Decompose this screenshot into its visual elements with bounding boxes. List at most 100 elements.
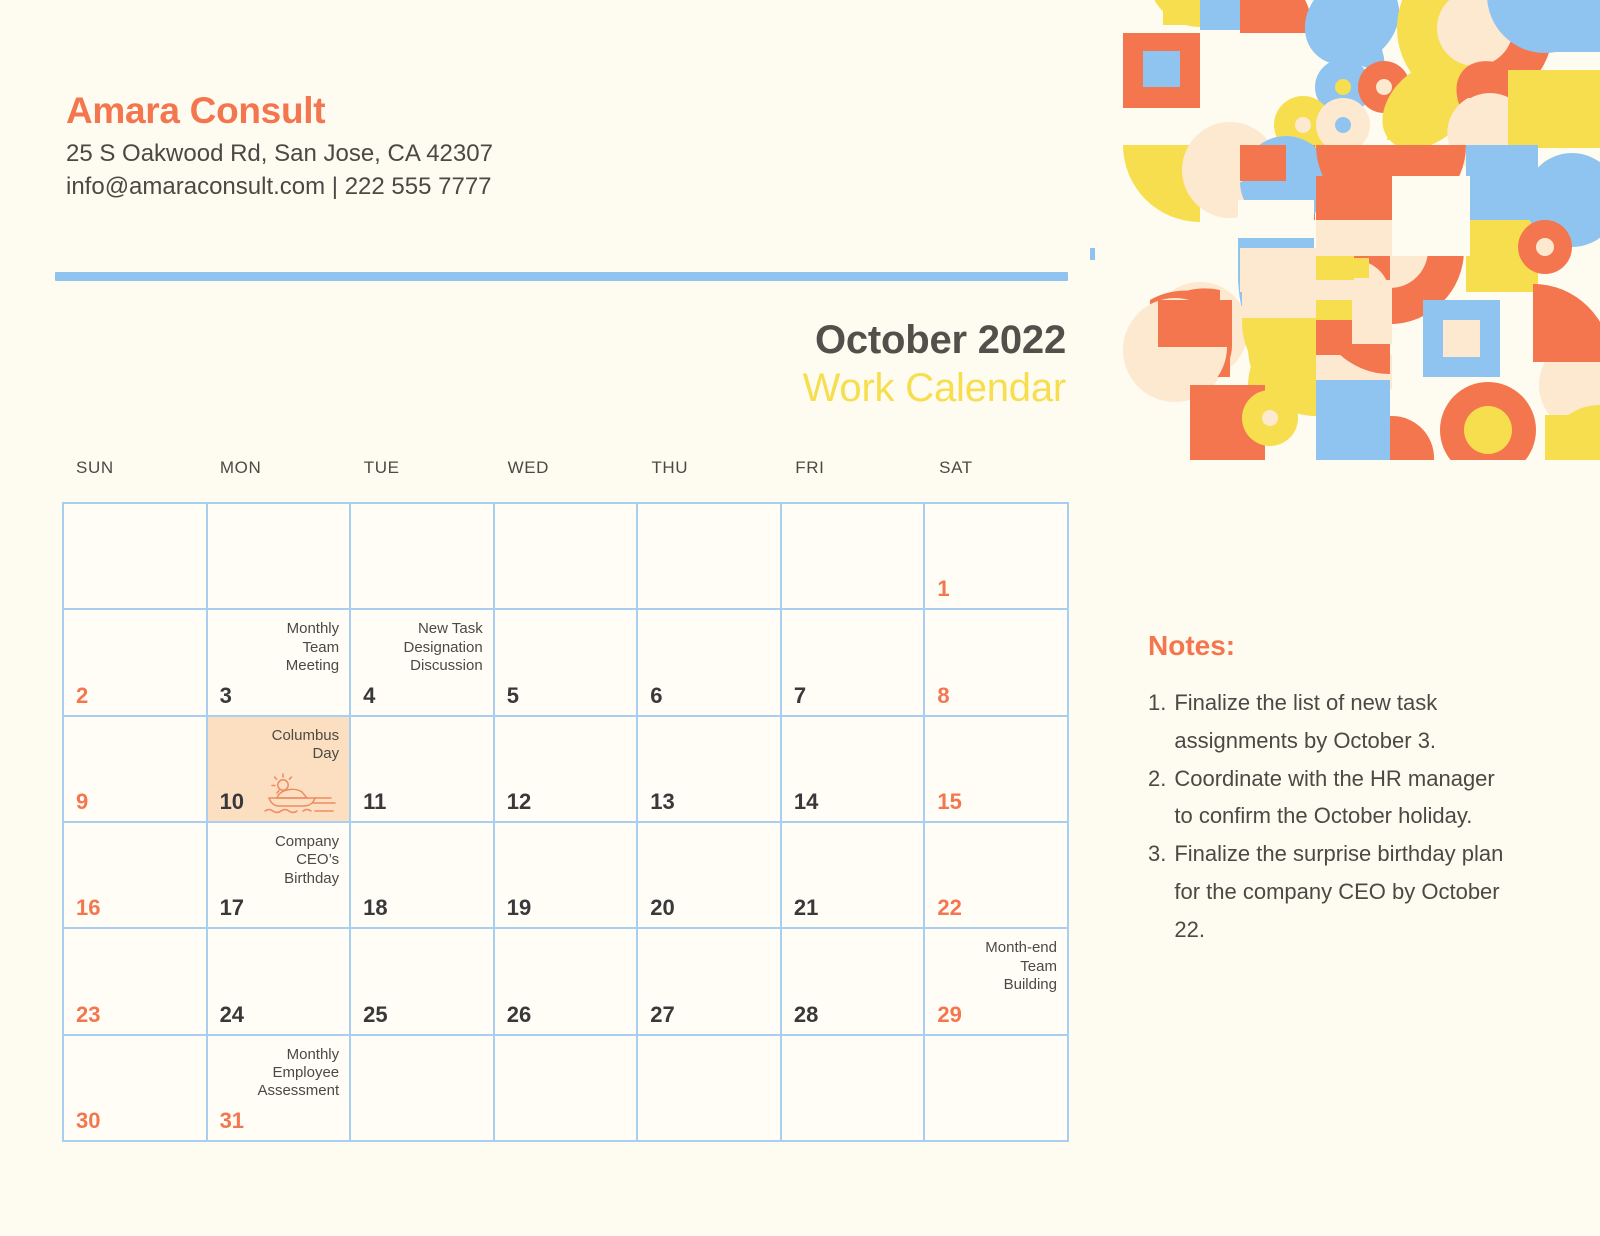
- day-cell-empty[interactable]: [207, 504, 352, 611]
- day-number: 18: [363, 895, 388, 921]
- day-cell-empty[interactable]: [781, 1035, 926, 1142]
- day-cell-13[interactable]: 13: [638, 716, 782, 823]
- day-cell-21[interactable]: 21: [781, 823, 926, 930]
- weekday-header-sat: SAT: [939, 458, 973, 477]
- day-number: 21: [793, 895, 819, 921]
- day-number: 7: [793, 682, 807, 708]
- company-contact: info@amaraconsult.com | 222 555 7777: [66, 172, 492, 200]
- day-number: 22: [937, 895, 962, 921]
- geometric-shapes-pattern: [1090, 0, 1600, 460]
- day-cell-empty[interactable]: [351, 1035, 495, 1142]
- company-header: Amara Consult 25 S Oakwood Rd, San Jose,…: [66, 90, 1066, 203]
- day-number: 10: [219, 789, 245, 814]
- day-cell-empty[interactable]: [351, 504, 495, 611]
- day-cell-empty[interactable]: [64, 504, 208, 611]
- day-cell-30[interactable]: 30: [64, 1035, 208, 1142]
- notes-list: 1. Finalize the list of new task assignme…: [1148, 684, 1508, 949]
- event-label: New Task Designation Discussion: [403, 620, 483, 674]
- day-cell-2[interactable]: 2: [64, 610, 208, 717]
- note-text: Finalize the list of new task assignment…: [1174, 690, 1438, 753]
- day-number: 16: [76, 895, 101, 921]
- day-cell-31[interactable]: Monthly Employee Assessment 31: [207, 1035, 352, 1142]
- event-label: Columbus Day: [271, 726, 340, 762]
- day-number: 11: [363, 789, 387, 814]
- note-item: 2. Coordinate with the HR manager to conf…: [1148, 760, 1508, 836]
- day-cell-10[interactable]: Columbus Day 10: [207, 716, 352, 823]
- day-number: 5: [506, 682, 519, 708]
- day-number: 31: [219, 1108, 245, 1133]
- day-cell-29[interactable]: Month-end Team Building 29: [925, 929, 1069, 1036]
- day-cell-19[interactable]: 19: [494, 823, 639, 930]
- weekday-header-tue: TUE: [363, 458, 400, 477]
- day-cell-11[interactable]: 11: [351, 716, 495, 823]
- note-text: Coordinate with the HR manager to confir…: [1174, 765, 1495, 829]
- day-number: 3: [219, 682, 232, 708]
- weekday-header-wed: WED: [507, 458, 550, 477]
- day-number: 25: [363, 1001, 388, 1027]
- day-number: 29: [937, 1001, 962, 1027]
- day-number: 12: [506, 789, 532, 814]
- day-number: 9: [76, 789, 89, 814]
- day-cell-7[interactable]: 7: [781, 610, 926, 717]
- day-cell-9[interactable]: 9: [64, 716, 208, 823]
- day-number: 28: [793, 1001, 819, 1027]
- day-number: 14: [793, 789, 819, 814]
- day-cell-20[interactable]: 20: [638, 823, 782, 930]
- day-cell-empty[interactable]: [781, 504, 926, 611]
- pattern-svg: [1090, 0, 1600, 460]
- day-cell-28[interactable]: 28: [781, 929, 926, 1036]
- note-item: 1. Finalize the list of new task assignme…: [1148, 684, 1508, 760]
- day-cell-5[interactable]: 5: [494, 610, 639, 717]
- event-label: Monthly Employee Assessment: [257, 1045, 340, 1100]
- day-cell-16[interactable]: 16: [64, 823, 208, 930]
- day-cell-17[interactable]: Company CEO’s Birthday 17: [207, 823, 352, 930]
- weekday-header-sun: SUN: [76, 458, 114, 477]
- note-number: 3.: [1148, 841, 1167, 867]
- day-number: 24: [219, 1001, 245, 1027]
- weekday-header-thu: THU: [651, 458, 689, 477]
- day-cell-empty[interactable]: [638, 504, 782, 611]
- day-number: 1: [937, 576, 950, 602]
- event-label: Company CEO’s Birthday: [274, 833, 340, 887]
- day-cell-15[interactable]: 15: [925, 716, 1069, 823]
- day-cell-1[interactable]: 1: [925, 504, 1069, 611]
- day-cell-empty[interactable]: [638, 1035, 782, 1142]
- day-number: 20: [650, 895, 675, 921]
- day-cell-24[interactable]: 24: [207, 929, 352, 1036]
- day-cell-25[interactable]: 25: [351, 929, 495, 1036]
- day-cell-22[interactable]: 22: [925, 823, 1069, 930]
- day-number: 27: [650, 1001, 675, 1027]
- day-number: 15: [937, 789, 962, 814]
- day-cell-empty[interactable]: [494, 504, 639, 611]
- event-label: Month-end Team Building: [985, 939, 1057, 993]
- day-number: 13: [650, 789, 675, 814]
- notes-section: Notes: 1. Finalize the list of new task a…: [1148, 630, 1508, 949]
- day-cell-8[interactable]: 8: [925, 610, 1069, 717]
- day-number: 8: [937, 682, 950, 708]
- event-label: Monthly Team Meeting: [285, 620, 340, 674]
- note-number: 2.: [1148, 765, 1167, 791]
- day-cell-4[interactable]: New Task Designation Discussion 4: [351, 610, 495, 717]
- day-number: 2: [76, 682, 89, 708]
- day-cell-12[interactable]: 12: [494, 716, 639, 823]
- calendar-subtitle: Work Calendar: [802, 365, 1067, 410]
- day-cell-empty[interactable]: [925, 1035, 1069, 1142]
- note-number: 1.: [1148, 690, 1167, 715]
- day-number: 23: [76, 1001, 101, 1027]
- header-divider: [55, 272, 1068, 281]
- note-text: Finalize the surprise birthday plan for …: [1174, 841, 1504, 942]
- day-cell-3[interactable]: Monthly Team Meeting 3: [207, 610, 352, 717]
- day-cell-18[interactable]: 18: [351, 823, 495, 930]
- weekday-header-fri: FRI: [795, 458, 825, 477]
- day-cell-14[interactable]: 14: [781, 716, 926, 823]
- company-address: 25 S Oakwood Rd, San Jose, CA 42307: [66, 139, 493, 167]
- day-cell-6[interactable]: 6: [638, 610, 782, 717]
- day-cell-27[interactable]: 27: [638, 929, 782, 1036]
- day-cell-26[interactable]: 26: [494, 929, 639, 1036]
- calendar-title-block: October 2022 Work Calendar: [466, 318, 1067, 413]
- day-cell-empty[interactable]: [494, 1035, 639, 1142]
- day-number: 17: [219, 895, 245, 921]
- day-cell-23[interactable]: 23: [64, 929, 208, 1036]
- day-number: 19: [506, 895, 532, 921]
- notes-title: Notes:: [1148, 630, 1236, 661]
